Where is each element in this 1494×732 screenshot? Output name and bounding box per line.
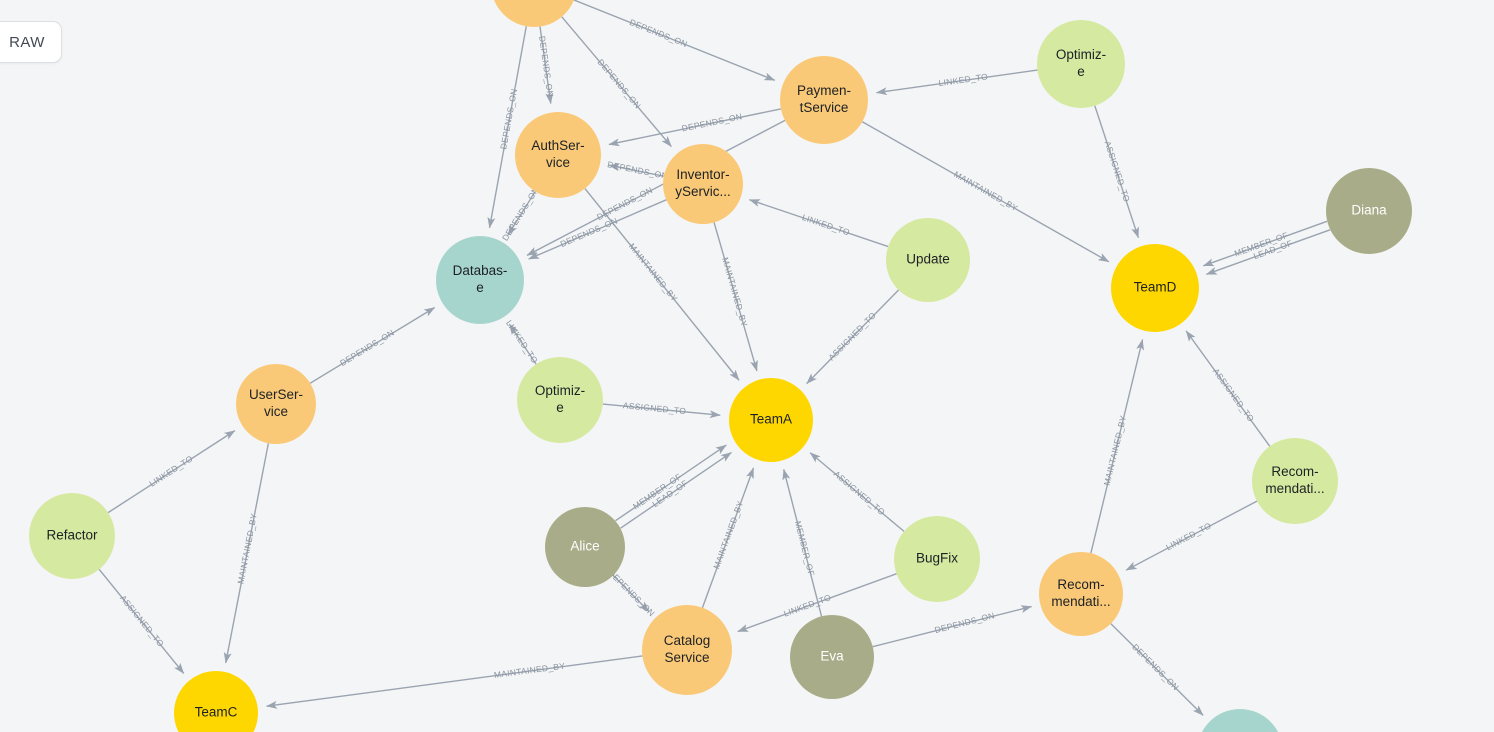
graph-edge-label: DEPENDS_ON xyxy=(500,185,541,243)
graph-node-optimize_mid[interactable]: Optimiz-e xyxy=(517,357,603,443)
graph-edge-label: MAINTAINED_BY xyxy=(711,499,745,570)
graph-node-refactor[interactable]: Refactor xyxy=(29,493,115,579)
graph-edge-label: MAINTAINED_BY xyxy=(1102,414,1129,486)
graph-canvas[interactable]: DEPENDS_ONDEPENDS_ONDEPENDS_ONDEPENDS_ON… xyxy=(0,0,1494,732)
node-circle[interactable] xyxy=(886,218,970,302)
graph-edge-label: DEPENDS_ON xyxy=(1130,642,1181,692)
graph-edge-label: LINKED_TO xyxy=(938,71,989,88)
node-circle[interactable] xyxy=(515,112,601,198)
graph-edge-label: ASSIGNED_TO xyxy=(622,400,686,416)
graph-node-teamc[interactable]: TeamC xyxy=(174,671,258,732)
graph-node-bugfix[interactable]: BugFix xyxy=(894,516,980,602)
graph-edge-label: DEPENDS_ON xyxy=(559,216,620,250)
node-circle[interactable] xyxy=(663,144,743,224)
graph-edge-label: DEPENDS_ON xyxy=(537,35,555,97)
node-circle[interactable] xyxy=(236,364,316,444)
graph-edge-label: DEPENDS_ON xyxy=(498,88,519,150)
node-circle[interactable] xyxy=(1037,20,1125,108)
graph-node-cachedb[interactable] xyxy=(1197,709,1283,732)
graph-node-teamd[interactable]: TeamD xyxy=(1111,244,1199,332)
graph-node-database[interactable]: Databas-e xyxy=(436,236,524,324)
node-circle[interactable] xyxy=(1252,438,1338,524)
graph-node-paymentservice[interactable]: Paymen-tService xyxy=(780,56,868,144)
graph-edge-label: DEPENDS_ON xyxy=(606,568,656,619)
node-circle[interactable] xyxy=(1197,709,1283,732)
graph-edge xyxy=(266,655,643,709)
graph-edge-label: LINKED_TO xyxy=(504,318,540,365)
graph-edge-label: MAINTAINED_BY xyxy=(235,512,259,584)
graph-node-orderservice[interactable]: Service xyxy=(491,0,577,27)
node-circle[interactable] xyxy=(894,516,980,602)
graph-edge-label: DEPENDS_ON xyxy=(934,610,996,635)
graph-node-alice[interactable]: Alice xyxy=(545,507,625,587)
node-circle[interactable] xyxy=(436,236,524,324)
graph-edge-label: ASSIGNED_TO xyxy=(118,593,166,649)
graph-edge-label: DEPENDS_ON xyxy=(606,159,668,181)
graph-node-authservice[interactable]: AuthSer-vice xyxy=(515,112,601,198)
node-circle[interactable] xyxy=(729,378,813,462)
node-circle[interactable] xyxy=(780,56,868,144)
graph-edge-label: MAINTAINED_BY xyxy=(952,169,1019,213)
graph-node-diana[interactable]: Diana xyxy=(1326,168,1412,254)
graph-node-userservice[interactable]: UserSer-vice xyxy=(236,364,316,444)
graph-node-catalogservice[interactable]: CatalogService xyxy=(642,605,732,695)
node-circle[interactable] xyxy=(642,605,732,695)
node-circle[interactable] xyxy=(491,0,577,27)
graph-edge-label: ASSIGNED_TO xyxy=(1211,366,1256,423)
graph-edge-label: DEPENDS_ON xyxy=(596,57,643,110)
graph-edge-label: ASSIGNED_TO xyxy=(1103,140,1132,204)
graph-node-inventoryservice[interactable]: Inventor-yServic... xyxy=(663,144,743,224)
graph-edge-label: DEPENDS_ON xyxy=(595,185,654,222)
raw-tab-button[interactable]: RAW xyxy=(0,21,62,63)
node-circle[interactable] xyxy=(1326,168,1412,254)
graph-node-rectask[interactable]: Recom-mendati... xyxy=(1252,438,1338,524)
graph-edges xyxy=(98,0,1331,716)
graph-edge-label: DEPENDS_ON xyxy=(681,111,743,133)
raw-tab-label: RAW xyxy=(9,33,45,51)
node-circle[interactable] xyxy=(790,615,874,699)
graph-edge-label: LINKED_TO xyxy=(147,453,194,488)
graph-edge-label: LINKED_TO xyxy=(801,212,851,237)
node-circle[interactable] xyxy=(1039,552,1123,636)
graph-node-optimize_top[interactable]: Optimiz-e xyxy=(1037,20,1125,108)
graph-edge-label: LINKED_TO xyxy=(1164,520,1213,552)
graph-edge-label: MAINTAINED_BY xyxy=(493,661,565,680)
graph-nodes[interactable]: Service Paymen-tService AuthSer-vice Invent… xyxy=(29,0,1412,732)
graph-edge-label: LINKED_TO xyxy=(782,592,832,618)
graph-edge-label: ASSIGNED_TO xyxy=(832,469,887,518)
node-circle[interactable] xyxy=(174,671,258,732)
graph-edge-label: DEPENDS_ON xyxy=(338,327,396,368)
node-circle[interactable] xyxy=(517,357,603,443)
graph-node-teama[interactable]: TeamA xyxy=(729,378,813,462)
node-circle[interactable] xyxy=(29,493,115,579)
graph-node-recservice[interactable]: Recom-mendati... xyxy=(1039,552,1123,636)
node-circle[interactable] xyxy=(1111,244,1199,332)
graph-edge-label: ASSIGNED_TO xyxy=(826,310,878,362)
graph-edge-label: MAINTAINED_BY xyxy=(627,241,680,303)
graph-node-update[interactable]: Update xyxy=(886,218,970,302)
node-circle[interactable] xyxy=(545,507,625,587)
graph-edge-label: DEPENDS_ON xyxy=(628,17,689,49)
graph-node-eva[interactable]: Eva xyxy=(790,615,874,699)
graph-edge-label: MEMBER_OF xyxy=(793,520,817,577)
graph-edge-label: MAINTAINED_BY xyxy=(720,256,749,328)
